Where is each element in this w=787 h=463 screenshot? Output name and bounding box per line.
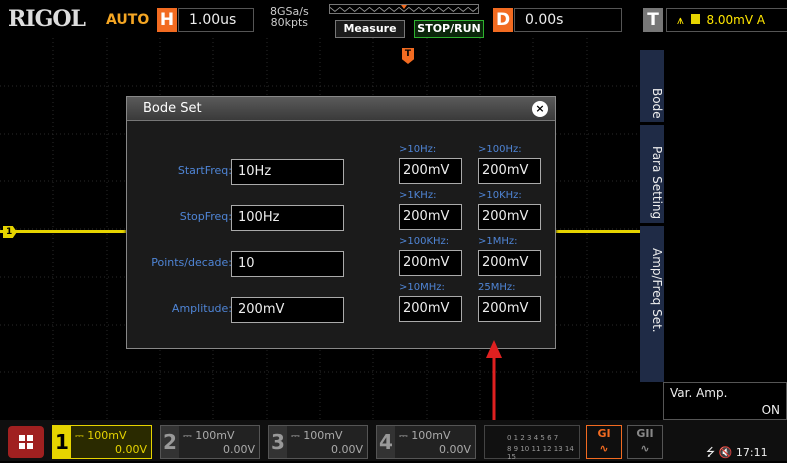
generator-1-button[interactable]: GI ∿ xyxy=(586,425,622,459)
amp-100hz-label: >100Hz: xyxy=(478,144,522,155)
side-menu: Bode Para Setting Amp/Freq Set. xyxy=(640,38,787,420)
speaker-muted-icon[interactable]: 🔇 xyxy=(719,446,733,459)
ch1-button[interactable]: 1 ⎓ 100mV 0.00V xyxy=(52,425,152,459)
amplitude-label: Amplitude: xyxy=(171,302,232,315)
logic-analyzer-button[interactable]: 0 1 2 3 4 5 6 7 8 9 10 11 12 13 14 15 xyxy=(484,425,580,461)
amp-25mhz-label: 25MHz: xyxy=(478,282,516,293)
logic-row-high: 8 9 10 11 12 13 14 15 xyxy=(507,445,574,461)
delay-value[interactable]: 0.00s xyxy=(514,8,622,32)
delay-badge[interactable]: D xyxy=(493,8,513,32)
ch2-offset: 0.00V xyxy=(222,443,255,456)
amp-10mhz-field[interactable]: 200mV xyxy=(399,296,462,322)
logic-row-low: 0 1 2 3 4 5 6 7 xyxy=(507,434,559,442)
stop-freq-label: StopFreq: xyxy=(179,210,232,223)
stop-run-button[interactable]: STOP/RUN xyxy=(414,20,484,38)
trigger-level: 8.00mV xyxy=(706,13,754,27)
points-decade-field[interactable]: 10 xyxy=(231,251,344,277)
system-status: ⭍ 🔇 17:11 xyxy=(706,444,768,463)
amp-10hz-field[interactable]: 200mV xyxy=(399,158,462,184)
amp-1mhz-label: >1MHz: xyxy=(478,236,518,247)
sine-wave-icon: ∿ xyxy=(599,442,609,455)
rigol-logo: RIGOL xyxy=(8,6,86,32)
sine-wave-icon: ∿ xyxy=(640,442,650,455)
dialog-title: Bode Set xyxy=(143,101,202,116)
amp-100khz-field[interactable]: 200mV xyxy=(399,250,462,276)
bottom-channel-bar: 1 ⎓ 100mV 0.00V 2 ⎓ 100mV 0.00V 3 ⎓ 100m… xyxy=(0,420,787,461)
ch4-scale: ⎓ 100mV xyxy=(399,429,451,442)
home-menu-button[interactable] xyxy=(8,426,44,458)
waveform-overview xyxy=(329,4,479,14)
dialog-header: Bode Set × xyxy=(127,97,555,121)
tab-divider xyxy=(640,223,664,226)
ch1-number: 1 xyxy=(53,426,71,458)
start-freq-label: StartFreq: xyxy=(177,164,232,177)
ch1-scale: ⎓ 100mV xyxy=(75,429,127,442)
amp-10mhz-label: >10MHz: xyxy=(399,282,445,293)
tab-para-setting[interactable]: Para Setting xyxy=(640,138,664,228)
trigger-source-icon xyxy=(690,14,700,24)
amp-1khz-label: >1KHz: xyxy=(399,190,437,201)
ch3-button[interactable]: 3 ⎓ 100mV 0.00V xyxy=(268,425,368,459)
grid-icon xyxy=(19,435,33,449)
ch3-scale: ⎓ 100mV xyxy=(291,429,343,442)
stop-freq-field[interactable]: 100Hz xyxy=(231,205,344,231)
ch4-number: 4 xyxy=(377,426,395,458)
trigger-badge[interactable]: T xyxy=(643,8,663,32)
amp-10khz-label: >10KHz: xyxy=(478,190,522,201)
auto-mode-label[interactable]: AUTO xyxy=(106,12,149,28)
points-decade-label: Points/decade: xyxy=(151,256,232,269)
ch4-button[interactable]: 4 ⎓ 100mV 0.00V xyxy=(376,425,476,459)
tab-bode[interactable]: Bode xyxy=(640,68,664,138)
dc-coupling-icon: ⎓ xyxy=(291,429,304,442)
ch3-number: 3 xyxy=(269,426,287,458)
clock-time: 17:11 xyxy=(735,446,768,459)
sample-info: 8GSa/s 80kpts xyxy=(270,6,309,28)
generator-2-button[interactable]: GII ∿ xyxy=(627,425,663,459)
usb-icon[interactable]: ⭍ xyxy=(706,446,715,459)
amp-10khz-field[interactable]: 200mV xyxy=(478,204,541,230)
amp-1khz-field[interactable]: 200mV xyxy=(399,204,462,230)
dc-coupling-icon: ⎓ xyxy=(75,429,88,442)
ch2-number: 2 xyxy=(161,426,179,458)
close-icon[interactable]: × xyxy=(532,101,548,117)
amp-100khz-label: >100KHz: xyxy=(399,236,450,247)
tab-divider xyxy=(640,122,664,125)
amp-1mhz-field[interactable]: 200mV xyxy=(478,250,541,276)
tab-amp-freq-set[interactable]: Amp/Freq Set. xyxy=(640,235,664,345)
top-status-bar: RIGOL AUTO H 1.00us 8GSa/s 80kpts Measur… xyxy=(0,0,787,38)
menu-panel xyxy=(664,38,787,382)
var-amp-value: ON xyxy=(761,403,780,417)
g1-label: GI xyxy=(597,427,611,440)
amp-25mhz-field[interactable]: 200mV xyxy=(478,296,541,322)
dc-coupling-icon: ⎓ xyxy=(399,429,412,442)
ch2-button[interactable]: 2 ⎓ 100mV 0.00V xyxy=(160,425,260,459)
amp-10hz-label: >10Hz: xyxy=(399,144,437,155)
trigger-edge-icon: ⩚ xyxy=(677,13,684,27)
trigger-info[interactable]: ⩚ 8.00mV A xyxy=(666,8,787,32)
ch3-offset: 0.00V xyxy=(330,443,363,456)
measure-button[interactable]: Measure xyxy=(335,20,405,38)
ch4-offset: 0.00V xyxy=(438,443,471,456)
var-amp-label: Var. Amp. xyxy=(670,386,728,400)
amplitude-field[interactable]: 200mV xyxy=(231,297,344,323)
var-amp-softkey[interactable]: Var. Amp. ON xyxy=(663,382,787,420)
amp-100hz-field[interactable]: 200mV xyxy=(478,158,541,184)
start-freq-field[interactable]: 10Hz xyxy=(231,159,344,185)
dc-coupling-icon: ⎓ xyxy=(183,429,196,442)
ch1-offset: 0.00V xyxy=(114,443,147,456)
ch2-scale: ⎓ 100mV xyxy=(183,429,235,442)
bode-set-dialog: Bode Set × StartFreq: 10Hz StopFreq: 100… xyxy=(126,96,556,349)
horizontal-badge[interactable]: H xyxy=(157,8,177,32)
memory-depth: 80kpts xyxy=(270,16,309,29)
trigger-coupling: A xyxy=(756,13,766,27)
g2-label: GII xyxy=(636,427,654,440)
horizontal-scale[interactable]: 1.00us xyxy=(178,8,254,32)
